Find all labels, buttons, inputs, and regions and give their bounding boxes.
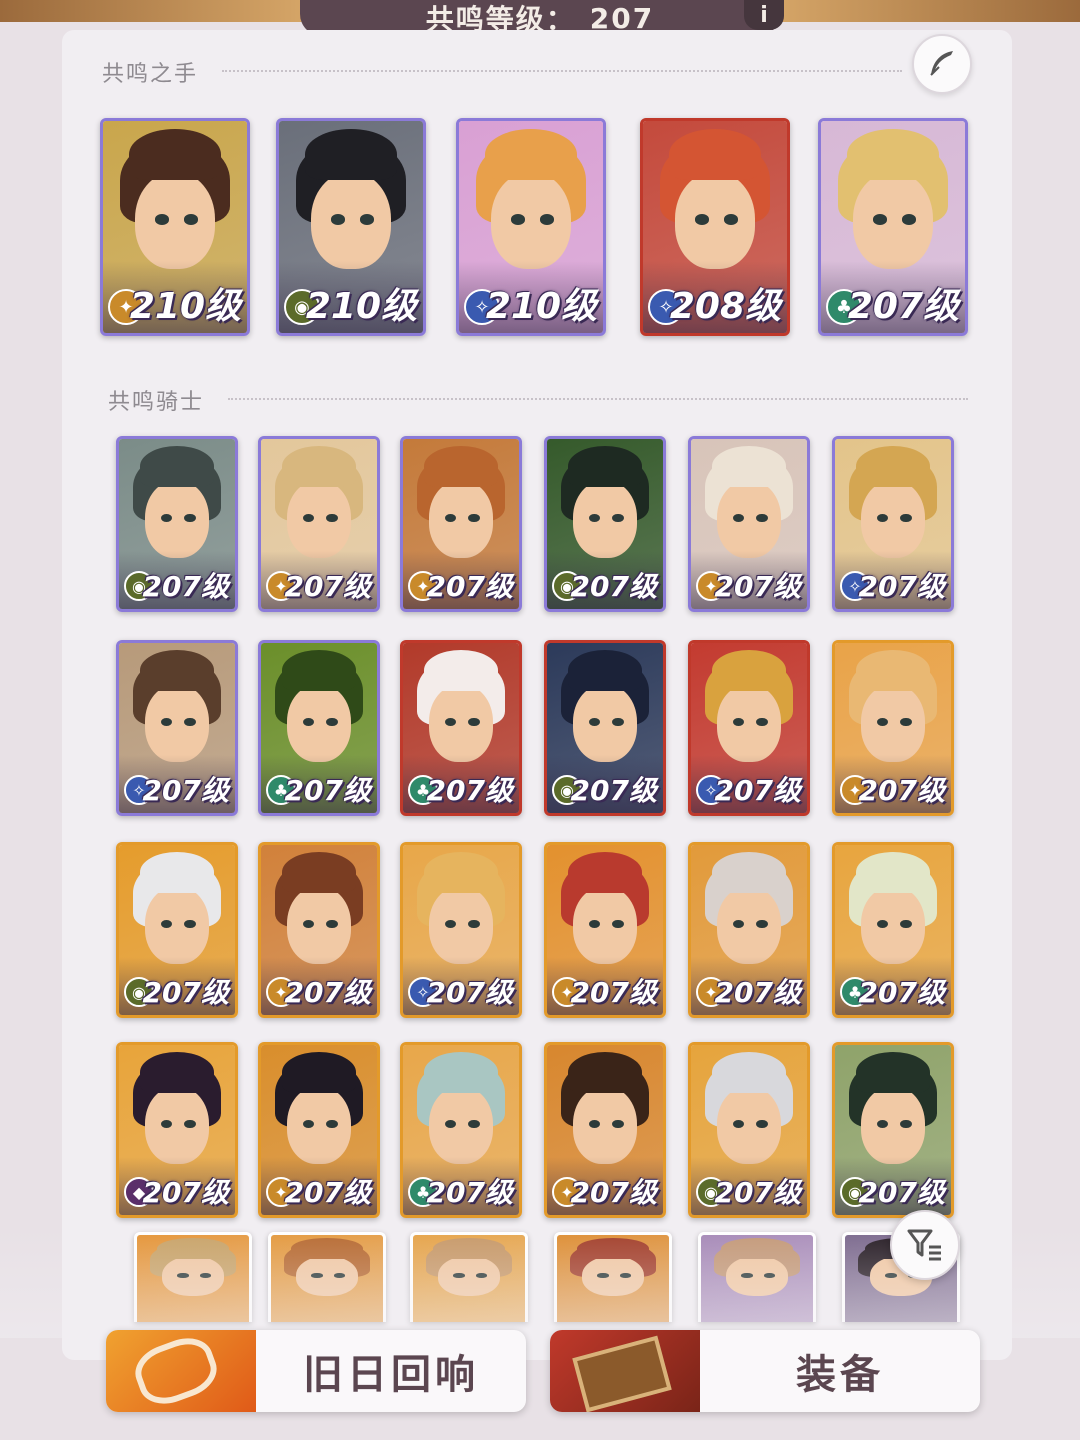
hero-card[interactable]: ◉ 207级 bbox=[116, 842, 238, 1018]
hero-card[interactable]: ✧ 207级 bbox=[688, 640, 810, 816]
hero-level: 207级 bbox=[714, 976, 801, 1009]
hero-card[interactable]: ◆ 207级 bbox=[116, 1042, 238, 1218]
hero-card[interactable]: ♣ 207级 bbox=[400, 1042, 522, 1218]
hero-level: 207级 bbox=[858, 1176, 945, 1209]
hero-portrait bbox=[701, 1235, 813, 1322]
hero-level: 207级 bbox=[142, 1176, 229, 1209]
hero-card[interactable]: ◉ 207级 bbox=[832, 1042, 954, 1218]
equipment-thumbnail bbox=[550, 1330, 700, 1412]
hero-level: 210级 bbox=[305, 286, 417, 327]
section-title-knights: 共鸣骑士 bbox=[108, 390, 205, 415]
hero-card[interactable] bbox=[268, 1232, 386, 1322]
hero-level: 207级 bbox=[426, 774, 513, 807]
info-icon: i bbox=[760, 2, 768, 28]
info-button[interactable]: i bbox=[744, 0, 784, 30]
feather-icon bbox=[930, 51, 953, 76]
hero-card[interactable]: ✧ 207级 bbox=[400, 842, 522, 1018]
filter-icon bbox=[907, 1229, 941, 1261]
hero-card[interactable]: ◉ 210级 bbox=[276, 118, 426, 336]
equipment-label: 装备 bbox=[796, 1351, 884, 1398]
filter-button[interactable] bbox=[890, 1210, 960, 1280]
hero-card[interactable]: ♣ 207级 bbox=[258, 640, 380, 816]
equipment-button[interactable]: 装备 bbox=[550, 1330, 980, 1412]
echoes-label: 旧日回响 bbox=[303, 1351, 479, 1398]
hero-level: 207级 bbox=[714, 1176, 801, 1209]
hero-level: 207级 bbox=[142, 570, 229, 603]
section-divider bbox=[222, 70, 902, 72]
hero-level: 207级 bbox=[570, 1176, 657, 1209]
section-divider bbox=[228, 398, 968, 400]
hero-level: 210级 bbox=[129, 286, 241, 327]
hero-card[interactable]: ✦ 207级 bbox=[688, 842, 810, 1018]
hero-card[interactable]: ✧ 207级 bbox=[832, 436, 954, 612]
hero-level: 207级 bbox=[142, 774, 229, 807]
hero-card[interactable]: ♣ 207级 bbox=[818, 118, 968, 336]
edit-button[interactable] bbox=[912, 34, 972, 94]
hero-card[interactable] bbox=[134, 1232, 252, 1322]
section-title-hands: 共鸣之手 bbox=[102, 62, 199, 87]
hero-card[interactable]: ◉ 207级 bbox=[544, 436, 666, 612]
hero-level: 207级 bbox=[426, 976, 513, 1009]
hero-level: 207级 bbox=[570, 570, 657, 603]
hero-portrait bbox=[557, 1235, 669, 1322]
hero-card[interactable]: ✦ 207级 bbox=[258, 436, 380, 612]
hero-card[interactable]: ✦ 207级 bbox=[832, 640, 954, 816]
hero-card[interactable]: ◉ 207级 bbox=[688, 1042, 810, 1218]
echoes-thumbnail bbox=[106, 1330, 256, 1412]
hero-level: 207级 bbox=[714, 774, 801, 807]
hero-level: 207级 bbox=[426, 570, 513, 603]
hero-level: 207级 bbox=[858, 570, 945, 603]
hero-card[interactable]: ✦ 210级 bbox=[100, 118, 250, 336]
hero-level: 210级 bbox=[485, 286, 597, 327]
hero-card[interactable]: ✦ 207级 bbox=[400, 436, 522, 612]
hero-level: 208级 bbox=[669, 286, 781, 327]
hero-card[interactable]: ✧ 210级 bbox=[456, 118, 606, 336]
hero-portrait bbox=[137, 1235, 249, 1322]
hero-level: 207级 bbox=[570, 976, 657, 1009]
hero-card[interactable]: ✦ 207级 bbox=[544, 842, 666, 1018]
hero-level: 207级 bbox=[284, 570, 371, 603]
hero-card[interactable] bbox=[698, 1232, 816, 1322]
hero-card[interactable]: ◉ 207级 bbox=[544, 640, 666, 816]
hero-card[interactable] bbox=[554, 1232, 672, 1322]
hero-level: 207级 bbox=[142, 976, 229, 1009]
hero-card[interactable]: ♣ 207级 bbox=[832, 842, 954, 1018]
hero-level: 207级 bbox=[847, 286, 959, 327]
hero-portrait bbox=[413, 1235, 525, 1322]
hero-level: 207级 bbox=[570, 774, 657, 807]
hero-card[interactable]: ✦ 207级 bbox=[258, 842, 380, 1018]
hero-card[interactable]: ✦ 207级 bbox=[688, 436, 810, 612]
hero-level: 207级 bbox=[284, 774, 371, 807]
hero-card[interactable]: ✦ 207级 bbox=[258, 1042, 380, 1218]
hero-portrait bbox=[271, 1235, 383, 1322]
hero-card[interactable]: ✧ 208级 bbox=[640, 118, 790, 336]
hero-card[interactable]: ✦ 207级 bbox=[544, 1042, 666, 1218]
hero-level: 207级 bbox=[714, 570, 801, 603]
hero-card[interactable] bbox=[410, 1232, 528, 1322]
hero-level: 207级 bbox=[284, 976, 371, 1009]
hero-card[interactable]: ✧ 207级 bbox=[116, 640, 238, 816]
hero-level: 207级 bbox=[284, 1176, 371, 1209]
hero-card[interactable]: ♣ 207级 bbox=[400, 640, 522, 816]
echoes-button[interactable]: 旧日回响 bbox=[106, 1330, 526, 1412]
hero-level: 207级 bbox=[858, 774, 945, 807]
hero-card[interactable]: ◉ 207级 bbox=[116, 436, 238, 612]
hero-level: 207级 bbox=[858, 976, 945, 1009]
hero-level: 207级 bbox=[426, 1176, 513, 1209]
